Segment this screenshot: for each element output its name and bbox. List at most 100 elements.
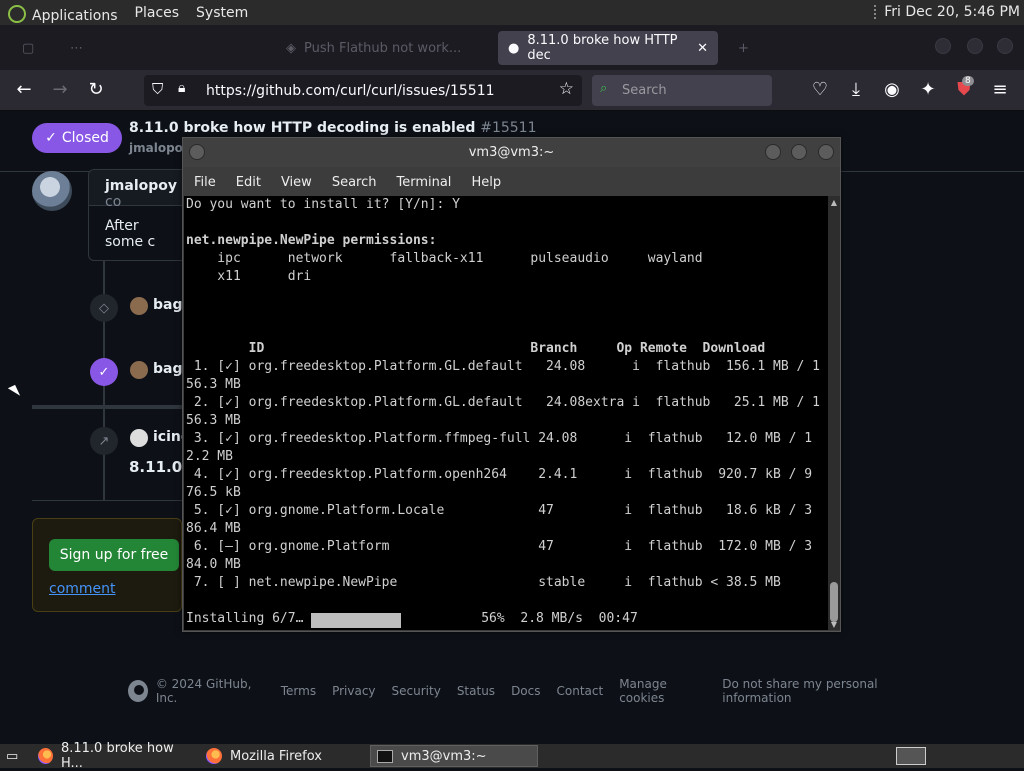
footer-link-do-not-share[interactable]: Do not share my personal information <box>722 677 928 705</box>
taskbar-item[interactable]: 8.11.0 broke how H... <box>32 741 197 771</box>
avatar[interactable] <box>130 361 148 379</box>
new-tab-icon[interactable]: + <box>728 31 759 65</box>
progress-bar-fill <box>311 613 402 628</box>
show-desktop-icon[interactable]: ▭ <box>0 745 24 767</box>
browser-nav-bar: ← → ↻ ⛉ 🔒︎ https://github.com/curl/curl/… <box>0 70 1024 111</box>
github-logo-icon[interactable] <box>128 680 148 702</box>
pocket-icon[interactable]: ♡ <box>808 78 832 102</box>
terminal-output[interactable]: Do you want to install it? [Y/n]: Y net.n… <box>184 196 828 630</box>
forward-icon[interactable]: → <box>48 78 72 102</box>
terminal-line: 6. [—] org.gnome.Platform 47 i flathub 1… <box>186 539 813 554</box>
menu-terminal[interactable]: Terminal <box>396 175 451 190</box>
minimize-button[interactable] <box>765 144 781 160</box>
close-window-button[interactable] <box>997 38 1013 54</box>
minimize-window-button[interactable] <box>935 38 951 54</box>
menu-help[interactable]: Help <box>471 175 501 190</box>
footer-link-docs[interactable]: Docs <box>511 684 540 698</box>
window-menu-icon[interactable] <box>189 144 205 160</box>
scroll-up-icon[interactable]: ▲ <box>830 198 838 207</box>
back-icon[interactable]: ← <box>12 78 36 102</box>
footer-link-terms[interactable]: Terms <box>281 684 316 698</box>
taskbar-item[interactable]: vm3@vm3:~ <box>370 745 538 767</box>
footer-link-manage-cookies[interactable]: Manage cookies <box>619 677 706 705</box>
search-input[interactable]: ⌕ Search <box>592 75 772 106</box>
sign-up-button[interactable]: Sign up for free <box>49 539 179 571</box>
reload-icon[interactable]: ↻ <box>84 78 108 102</box>
terminal-line: 56.3 MB <box>186 413 241 428</box>
menu-search[interactable]: Search <box>332 175 377 190</box>
scroll-down-icon[interactable]: ▼ <box>830 620 838 629</box>
workspace-switcher[interactable] <box>896 747 926 765</box>
taskbar: ▭ 8.11.0 broke how H... Mozilla Firefox … <box>0 741 1024 771</box>
lock-icon[interactable]: 🔒︎ <box>178 80 185 96</box>
maximize-window-button[interactable] <box>967 38 983 54</box>
close-tab-icon[interactable]: ✕ <box>697 41 708 56</box>
maximize-button[interactable] <box>791 144 807 160</box>
extensions-icon[interactable]: ✦ <box>916 78 940 102</box>
comment-author[interactable]: jmalopoy <box>105 178 177 194</box>
terminal-line: 86.4 MB <box>186 521 241 536</box>
terminal-line: x11 dri <box>186 269 312 284</box>
terminal-titlebar[interactable]: vm3@vm3:~ <box>183 138 840 167</box>
footer-copyright: © 2024 GitHub, Inc. <box>155 677 252 705</box>
applications-menu[interactable]: Applications <box>8 2 118 24</box>
timeline-divider <box>32 405 182 409</box>
comment-box: jmalopoy co After some c <box>88 169 188 261</box>
search-placeholder: Search <box>622 83 667 98</box>
shield-icon[interactable]: ⛉ <box>152 80 163 98</box>
firefox-view-icon[interactable]: ⋯ <box>60 31 93 65</box>
footer-link-privacy[interactable]: Privacy <box>332 684 375 698</box>
terminal-line: 4. [✓] org.freedesktop.Platform.openh264… <box>186 467 813 482</box>
downloads-icon[interactable]: ⤓ <box>844 78 868 102</box>
install-progress-line: Installing 6/7… 56% 2.8 MB/s 00:47 <box>186 610 828 628</box>
footer: © 2024 GitHub, Inc. Terms Privacy Securi… <box>128 677 928 705</box>
avatar[interactable] <box>130 297 148 315</box>
close-button[interactable] <box>818 144 834 160</box>
comment-header: jmalopoy co <box>89 170 187 210</box>
menu-view[interactable]: View <box>281 175 312 190</box>
progress-bar <box>311 613 481 628</box>
menu-file[interactable]: File <box>194 175 216 190</box>
comment-body: After some c <box>105 218 156 250</box>
url-bar[interactable]: ⛉ 🔒︎ https://github.com/curl/curl/issues… <box>144 75 582 106</box>
places-menu[interactable]: Places <box>135 5 180 21</box>
window-title: vm3@vm3:~ <box>468 145 555 160</box>
terminal-scrollbar[interactable]: ▲ ▼ <box>828 196 840 630</box>
panel-separator <box>874 5 878 19</box>
menu-edit[interactable]: Edit <box>236 175 261 190</box>
system-menu[interactable]: System <box>196 5 248 21</box>
terminal-line: 1. [✓] org.freedesktop.Platform.GL.defau… <box>186 359 820 374</box>
clock[interactable]: Fri Dec 20, 5:46 PM <box>874 4 1020 20</box>
signup-prompt: Sign up for free comment <box>32 518 182 612</box>
comment-link[interactable]: comment <box>49 581 116 597</box>
bookmark-star-icon[interactable]: ☆ <box>559 79 574 99</box>
tag-icon: ◇ <box>90 294 118 322</box>
footer-link-contact[interactable]: Contact <box>557 684 604 698</box>
browser-tab-bar: ▢ ⋯ ◈ Push Flathub not work... ● 8.11.0 … <box>0 25 1024 70</box>
tab-list-icon[interactable]: ▢ <box>12 31 44 65</box>
tab-title: Push Flathub not work... <box>304 40 462 56</box>
tab-background[interactable]: ◈ Push Flathub not work... <box>276 31 490 65</box>
tab-active[interactable]: ● 8.11.0 broke how HTTP dec ✕ <box>498 31 718 65</box>
taskbar-item[interactable]: Mozilla Firefox <box>200 745 365 767</box>
top-panel: Applications Places System Fri Dec 20, 5… <box>0 0 1024 25</box>
terminal-line: 2. [✓] org.freedesktop.Platform.GL.defau… <box>186 395 820 410</box>
footer-link-status[interactable]: Status <box>457 684 495 698</box>
issue-title: 8.11.0 broke how HTTP decoding is enable… <box>129 120 537 136</box>
app-menu-icon[interactable]: ≡ <box>988 78 1012 102</box>
terminal-line: Do you want to install it? [Y/n]: Y <box>186 197 460 212</box>
mate-logo-icon <box>8 4 26 23</box>
terminal-line: 84.0 MB <box>186 557 241 572</box>
avatar[interactable] <box>32 171 72 211</box>
terminal-line: 2.2 MB <box>186 449 233 464</box>
scrollbar-thumb[interactable] <box>830 582 838 622</box>
account-icon[interactable]: ◉ <box>880 78 904 102</box>
url-text: https://github.com/curl/curl/issues/1551… <box>206 82 495 99</box>
footer-link-security[interactable]: Security <box>392 684 441 698</box>
avatar[interactable] <box>130 429 148 447</box>
search-engine-icon: ⌕ <box>600 81 608 96</box>
